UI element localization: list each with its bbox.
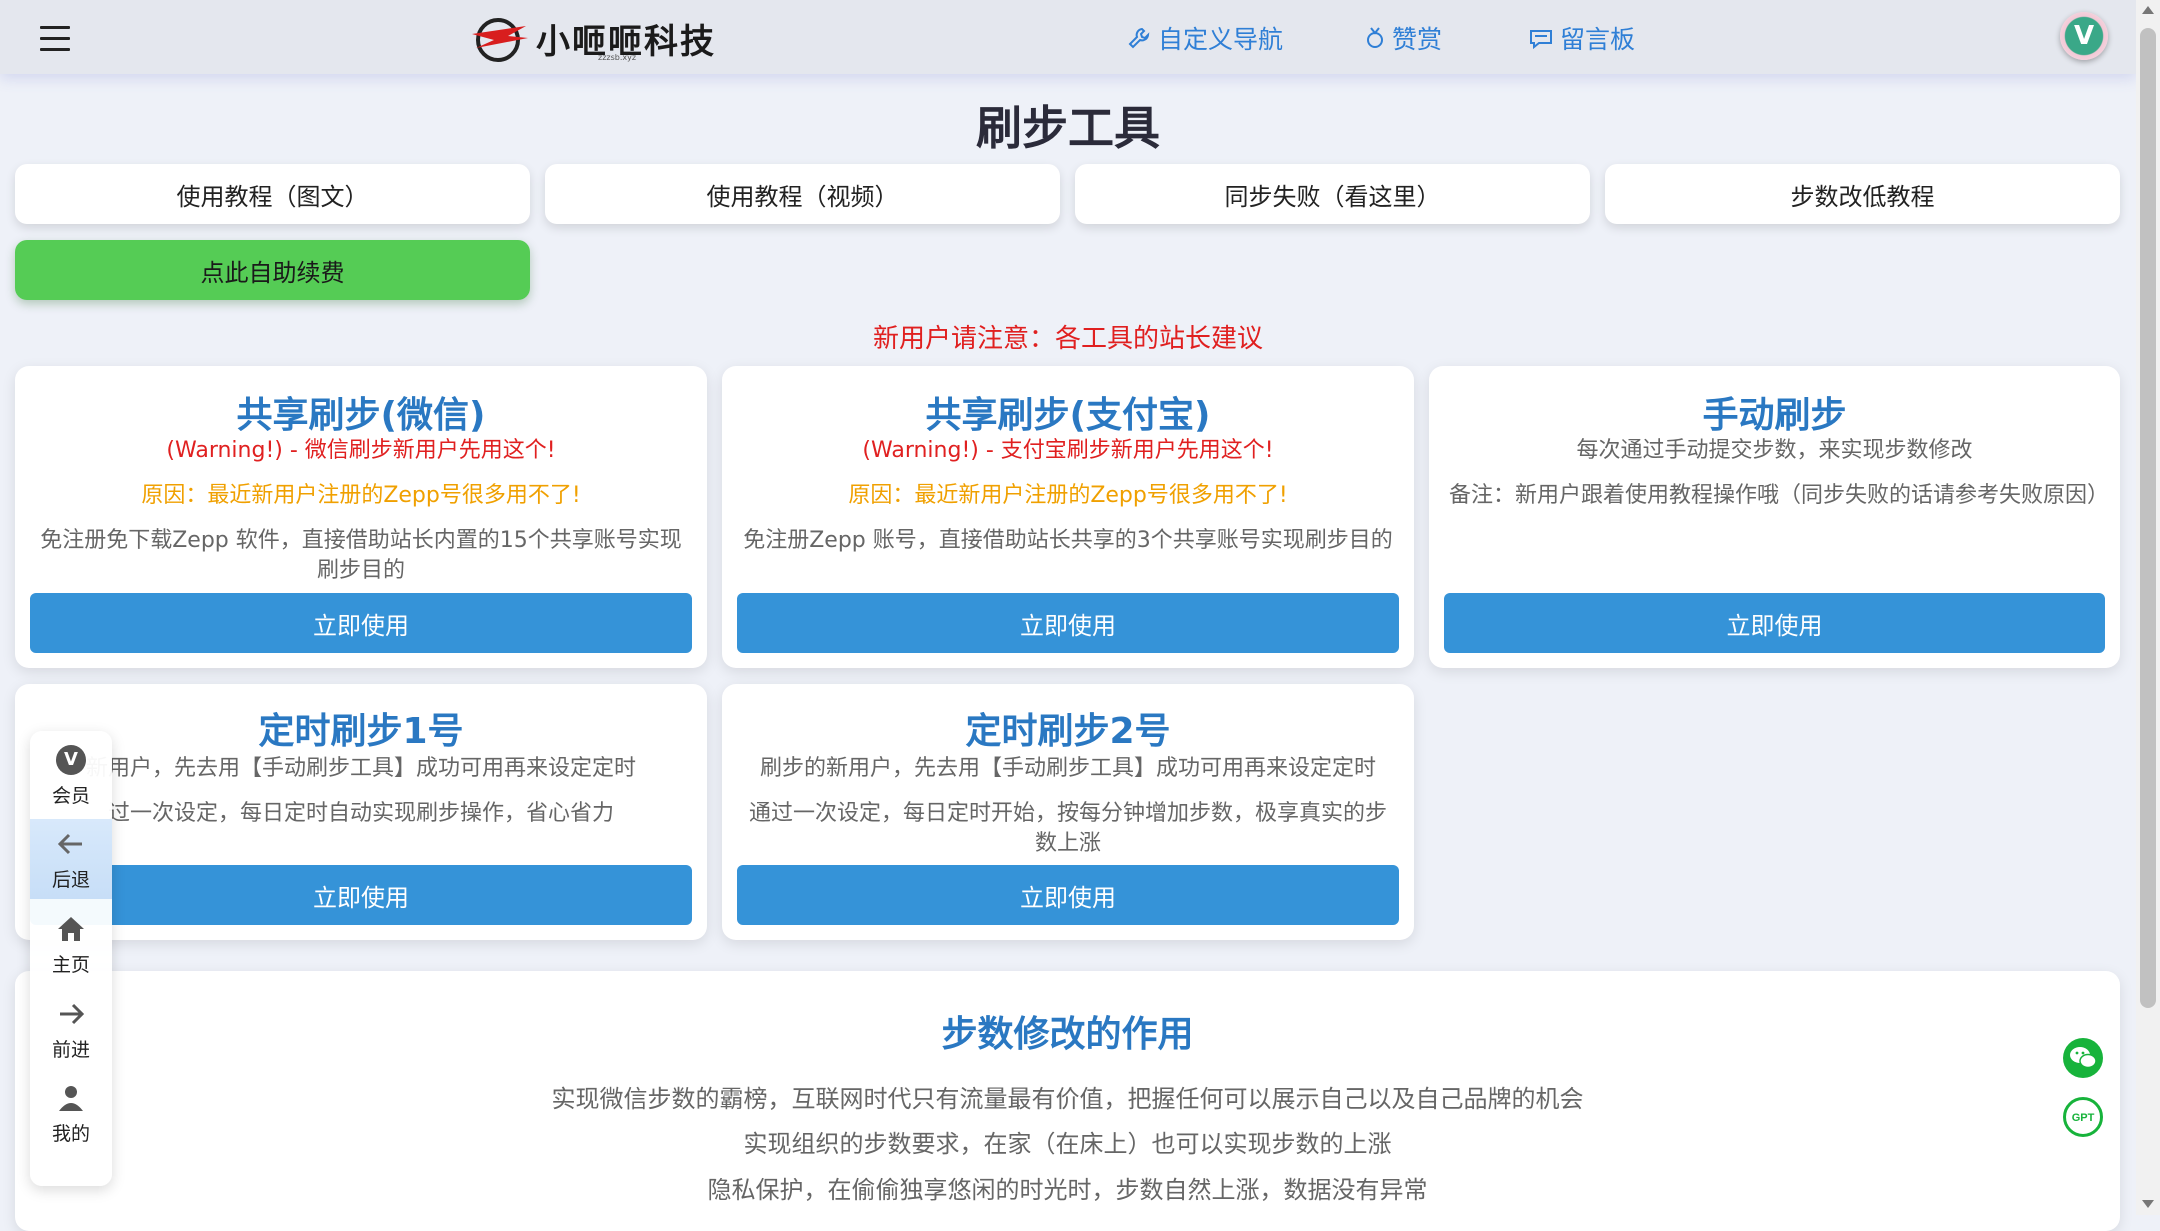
medal-icon bbox=[1367, 27, 1383, 48]
logo-emblem-icon bbox=[472, 18, 528, 62]
use-now-button[interactable]: 立即使用 bbox=[30, 593, 692, 653]
card-reason: 原因：最近新用户注册的Zepp号很多用不了! bbox=[848, 483, 1288, 508]
wrench-icon bbox=[1128, 27, 1150, 49]
section-title: 步数修改的作用 bbox=[941, 1014, 1194, 1055]
tutorial-image-button[interactable]: 使用教程（图文） bbox=[15, 164, 530, 224]
wechat-icon[interactable] bbox=[2063, 1038, 2103, 1078]
wechat-glyph-icon bbox=[2070, 1047, 2097, 1069]
card-warning: (Warning!) - 支付宝刷步新用户先用这个! bbox=[862, 438, 1274, 463]
gpt-chat-icon[interactable]: GPT bbox=[2063, 1097, 2103, 1137]
tutorial-video-button[interactable]: 使用教程（视频） bbox=[545, 164, 1060, 224]
gpt-glyph-icon: GPT bbox=[2072, 1112, 2095, 1124]
sidenav-label: 前进 bbox=[51, 1039, 90, 1061]
nav-reward[interactable]: 赞赏 bbox=[1364, 20, 1442, 56]
arrow-left-icon bbox=[57, 833, 82, 855]
lower-steps-tutorial-button[interactable]: 步数改低教程 bbox=[1605, 164, 2120, 224]
user-avatar[interactable]: V bbox=[2060, 12, 2108, 60]
card-description: 刷步的新用户，先去用【手动刷步工具】成功可用再来设定定时 bbox=[759, 756, 1376, 781]
card-shared-alipay: 共享刷步(支付宝) (Warning!) - 支付宝刷步新用户先用这个! 原因：… bbox=[722, 366, 1414, 668]
card-title: 共享刷步(支付宝) bbox=[925, 395, 1211, 436]
nav-label: 赞赏 bbox=[1392, 25, 1443, 54]
card-reason: 原因：最近新用户注册的Zepp号很多用不了! bbox=[141, 483, 581, 508]
card-scheduled-steps-1: 定时刷步1号 新用户，先去用【手动刷步工具】成功可用再来设定定时 过一次设定，每… bbox=[15, 684, 707, 940]
card-shared-wechat: 共享刷步(微信) (Warning!) - 微信刷步新用户先用这个! 原因：最近… bbox=[15, 366, 707, 668]
logo-domain: zzzsb.xyz bbox=[598, 53, 637, 62]
card-title: 共享刷步(微信) bbox=[236, 395, 486, 436]
sidenav-mine[interactable]: 我的 bbox=[30, 1073, 112, 1153]
sidenav-label: 主页 bbox=[51, 954, 90, 976]
home-icon bbox=[58, 917, 84, 941]
card-description: 免注册免下载Zepp 软件，直接借助站长内置的15个共享账号实现刷步目的 bbox=[40, 528, 682, 583]
card-scheduled-steps-2: 定时刷步2号 刷步的新用户，先去用【手动刷步工具】成功可用再来设定定时 通过一次… bbox=[722, 684, 1414, 940]
section-line: 实现组织的步数要求，在家（在床上）也可以实现步数的上涨 bbox=[743, 1130, 1392, 1158]
scrollbar-thumb[interactable] bbox=[2140, 28, 2156, 1008]
self-renew-button[interactable]: 点此自助续费 bbox=[15, 240, 530, 300]
sidenav-label: 会员 bbox=[51, 785, 90, 807]
arrow-right-icon bbox=[60, 1003, 85, 1025]
sidenav-label: 后退 bbox=[51, 869, 90, 891]
use-now-button[interactable]: 立即使用 bbox=[30, 865, 692, 925]
hamburger-menu-icon[interactable] bbox=[40, 26, 70, 51]
card-note: 过一次设定，每日定时自动实现刷步操作，省心省力 bbox=[107, 801, 614, 826]
nav-custom-navigation[interactable]: 自定义导航 bbox=[1128, 20, 1283, 56]
card-warning: (Warning!) - 微信刷步新用户先用这个! bbox=[166, 438, 556, 463]
use-now-button[interactable]: 立即使用 bbox=[737, 593, 1399, 653]
floating-side-nav: V 会员 后退 主页 前进 我的 bbox=[30, 731, 112, 1186]
user-icon bbox=[59, 1086, 83, 1111]
nav-label: 自定义导航 bbox=[1158, 25, 1284, 54]
section-line: 实现微信步数的霸榜，互联网时代只有流量最有价值，把握任何可以展示自己以及自己品牌… bbox=[551, 1085, 1584, 1113]
card-manual-steps: 手动刷步 每次通过手动提交步数，来实现步数修改 备注：新用户跟着使用教程操作哦（… bbox=[1429, 366, 2120, 668]
site-logo[interactable]: 小咂咂科技 zzzsb.xyz bbox=[468, 10, 716, 66]
sync-failed-button[interactable]: 同步失败（看这里） bbox=[1075, 164, 1590, 224]
card-description: 每次通过手动提交步数，来实现步数修改 bbox=[1576, 438, 1973, 463]
message-icon bbox=[1530, 30, 1552, 50]
sidenav-label: 我的 bbox=[51, 1123, 90, 1145]
card-note: 通过一次设定，每日定时开始，按每分钟增加步数，极享真实的步数上涨 bbox=[748, 801, 1387, 856]
section-step-purpose: 步数修改的作用 实现微信步数的霸榜，互联网时代只有流量最有价值，把握任何可以展示… bbox=[15, 971, 2120, 1231]
top-navbar: 小咂咂科技 zzzsb.xyz 自定义导航 赞赏 留言板 V bbox=[0, 0, 2136, 74]
scroll-up-arrow-icon[interactable] bbox=[2142, 6, 2154, 14]
card-title: 手动刷步 bbox=[1702, 395, 1847, 436]
card-title: 定时刷步2号 bbox=[965, 711, 1171, 752]
nav-message-board[interactable]: 留言板 bbox=[1528, 20, 1635, 56]
card-note: 备注：新用户跟着使用教程操作哦（同步失败的话请参考失败原因） bbox=[1449, 483, 2110, 508]
sidenav-back[interactable]: 后退 bbox=[30, 819, 112, 899]
card-description: 新用户，先去用【手动刷步工具】成功可用再来设定定时 bbox=[85, 756, 636, 781]
use-now-button[interactable]: 立即使用 bbox=[737, 865, 1399, 925]
gpt-label: GPT bbox=[2072, 1112, 2095, 1124]
page-title: 刷步工具 bbox=[976, 101, 1160, 155]
nav-label: 留言板 bbox=[1560, 25, 1636, 54]
sidenav-vip[interactable]: V 会员 bbox=[30, 735, 112, 815]
card-title: 定时刷步1号 bbox=[258, 711, 464, 752]
new-user-notice: 新用户请注意：各工具的站长建议 bbox=[872, 324, 1263, 354]
sidenav-home[interactable]: 主页 bbox=[30, 904, 112, 984]
card-description: 免注册Zepp 账号，直接借助站长共享的3个共享账号实现刷步目的 bbox=[743, 528, 1393, 553]
use-now-button[interactable]: 立即使用 bbox=[1444, 593, 2105, 653]
sidenav-forward[interactable]: 前进 bbox=[30, 989, 112, 1069]
scroll-down-arrow-icon[interactable] bbox=[2142, 1200, 2154, 1208]
vip-icon: V bbox=[56, 745, 86, 775]
section-line: 隐私保护，在偷偷独享悠闲的时光时，步数自然上涨，数据没有异常 bbox=[707, 1176, 1428, 1204]
